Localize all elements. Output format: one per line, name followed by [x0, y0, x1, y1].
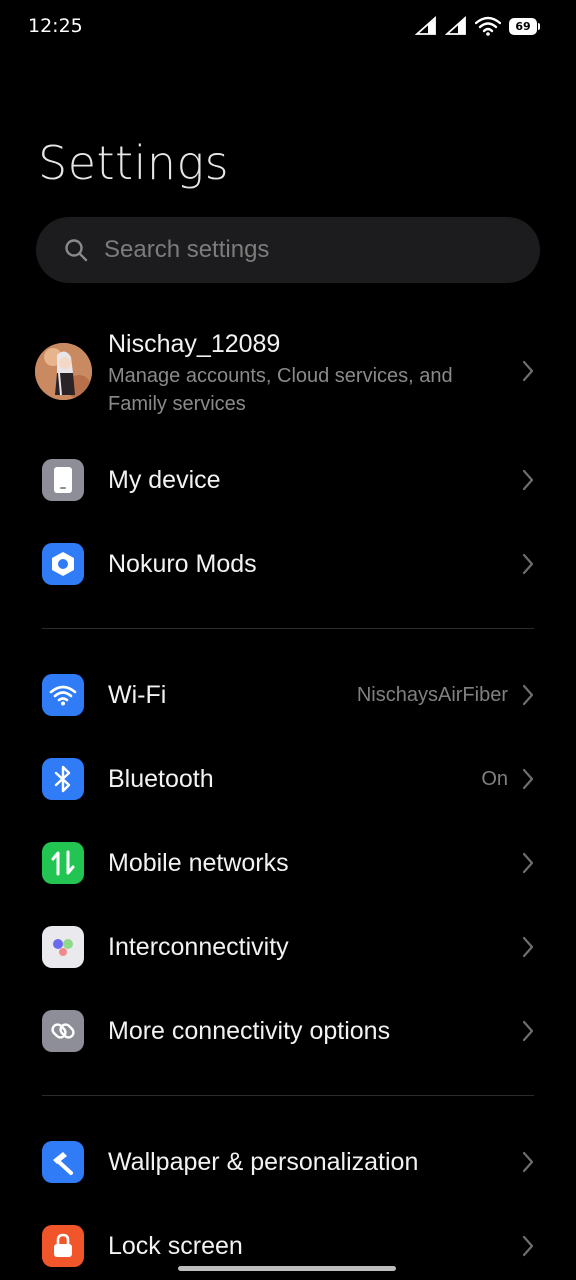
chevron-right-icon: [522, 768, 534, 790]
settings-item-label: Wi-Fi: [108, 680, 167, 709]
settings-item-label: Wallpaper & personalization: [108, 1147, 419, 1176]
settings-item-wallpaper[interactable]: Wallpaper & personalization: [0, 1140, 576, 1184]
settings-item-label: Interconnectivity: [108, 932, 289, 961]
search-bar[interactable]: [36, 217, 540, 283]
link-icon: [42, 1010, 84, 1052]
settings-item-wifi[interactable]: Wi-Fi NischaysAirFiber: [0, 673, 576, 717]
settings-item-label: My device: [108, 465, 221, 494]
settings-item-label: Mobile networks: [108, 848, 289, 877]
chevron-right-icon: [522, 469, 534, 491]
settings-item-nokuro-mods[interactable]: Nokuro Mods: [0, 542, 576, 586]
home-indicator[interactable]: [178, 1266, 396, 1271]
settings-item-label: Lock screen: [108, 1231, 243, 1260]
chevron-right-icon: [522, 1235, 534, 1257]
settings-item-value: On: [481, 767, 508, 790]
brush-icon: [42, 1141, 84, 1183]
settings-item-mobile-networks[interactable]: Mobile networks: [0, 841, 576, 885]
section-divider: [42, 628, 534, 629]
wifi-icon: [42, 674, 84, 716]
chevron-right-icon: [522, 852, 534, 874]
chevron-right-icon: [522, 1020, 534, 1042]
settings-item-more-connectivity[interactable]: More connectivity options: [0, 1009, 576, 1053]
account-name: Nischay_12089: [108, 330, 281, 358]
search-icon: [65, 239, 88, 262]
account-row[interactable]: Nischay_12089 Manage accounts, Cloud ser…: [0, 322, 576, 422]
phone-icon: [42, 459, 84, 501]
chevron-right-icon: [522, 553, 534, 575]
interconnectivity-icon: [42, 926, 84, 968]
bluetooth-icon: [42, 758, 84, 800]
settings-item-my-device[interactable]: My device: [0, 458, 576, 502]
settings-item-interconnectivity[interactable]: Interconnectivity: [0, 925, 576, 969]
chevron-right-icon: [522, 936, 534, 958]
settings-item-label: More connectivity options: [108, 1016, 391, 1045]
settings-item-lock-screen[interactable]: Lock screen: [0, 1224, 576, 1268]
settings-item-bluetooth[interactable]: Bluetooth On: [0, 757, 576, 801]
section-divider: [42, 1095, 534, 1096]
chevron-right-icon: [522, 684, 534, 706]
search-input[interactable]: [104, 236, 484, 264]
settings-item-label: Bluetooth: [108, 764, 214, 793]
chevron-right-icon: [522, 360, 534, 382]
lock-icon: [42, 1225, 84, 1267]
chevron-right-icon: [522, 1151, 534, 1173]
avatar: [35, 343, 92, 400]
status-icons: 69: [415, 16, 540, 36]
account-subtitle: Manage accounts, Cloud services, and Fam…: [108, 365, 453, 415]
settings-item-value: NischaysAirFiber: [356, 683, 508, 706]
status-time: 12:25: [28, 15, 83, 37]
wifi-icon: [475, 16, 501, 36]
battery-level: 69: [509, 17, 537, 35]
page-title: Settings: [38, 136, 230, 190]
mobile-data-icon: [42, 842, 84, 884]
settings-item-label: Nokuro Mods: [108, 549, 257, 578]
signal-icon: [415, 16, 436, 35]
signal-icon: [445, 16, 466, 35]
status-bar: 12:25 69: [0, 0, 576, 56]
battery-icon: 69: [509, 17, 540, 35]
hexagon-icon: [42, 543, 84, 585]
